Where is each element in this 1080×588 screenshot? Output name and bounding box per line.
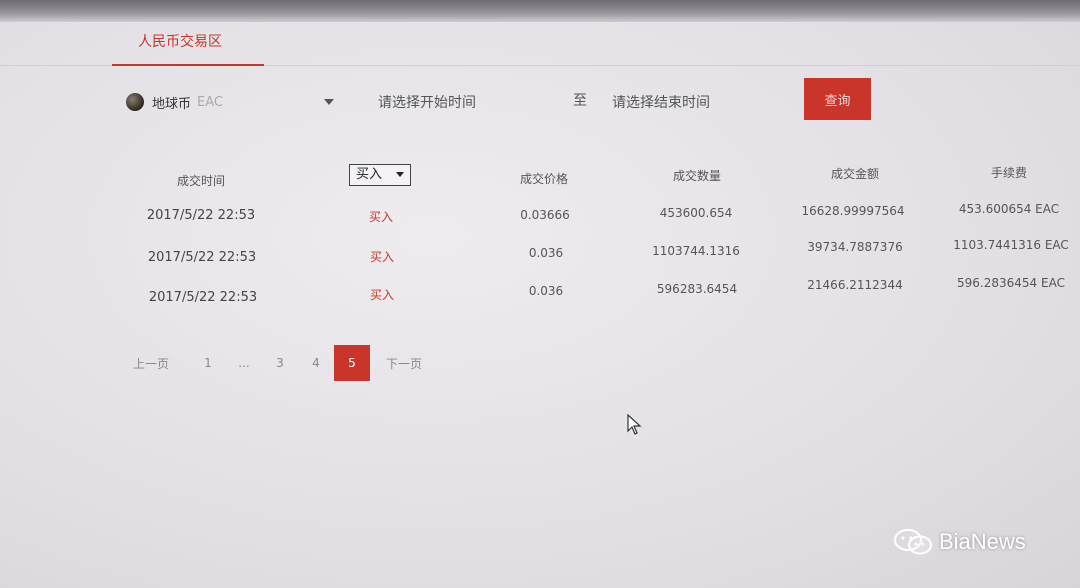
filter-row: 地球币 EAC 请选择开始时间 至 请选择结束时间 查询	[0, 78, 1080, 124]
table-row: 2017/5/22 22:53 买入 0.03666 453600.654 16…	[0, 202, 1080, 244]
cell-price: 0.036	[528, 246, 564, 260]
cell-price: 0.03666	[520, 208, 570, 222]
cell-type: 买入	[368, 210, 394, 224]
chevron-down-icon	[396, 172, 404, 177]
page-button-current[interactable]: 5	[334, 345, 370, 381]
cell-quantity: 596283.6454	[656, 282, 738, 296]
trade-type-select[interactable]: 买入	[349, 164, 411, 186]
cell-quantity: 1103744.1316	[652, 244, 740, 258]
date-range-separator: 至	[573, 93, 587, 109]
query-button[interactable]: 查询	[804, 78, 871, 120]
coin-name: 地球币	[152, 96, 192, 112]
cell-fee: 596.2836454 EAC	[957, 276, 1065, 290]
cell-fee: 453.600654 EAC	[958, 202, 1060, 216]
page-button[interactable]: 1	[194, 345, 222, 381]
coin-select[interactable]: 地球币 EAC	[116, 82, 348, 122]
header-price: 成交价格	[519, 172, 569, 186]
cell-type: 买入	[369, 288, 395, 302]
coin-code: EAC	[197, 94, 223, 110]
cell-amount: 16628.99997564	[801, 204, 905, 218]
page-button[interactable]: 3	[266, 345, 294, 381]
watermark: BiaNews	[893, 528, 1026, 556]
wechat-icon	[894, 529, 932, 555]
cell-price: 0.036	[528, 284, 564, 298]
start-date-input[interactable]: 请选择开始时间	[378, 92, 476, 112]
monitor-bezel	[0, 0, 1080, 22]
cell-time: 2017/5/22 22:53	[148, 290, 258, 305]
cell-time: 2017/5/22 22:53	[146, 208, 256, 223]
trade-type-select-value: 买入	[356, 167, 383, 182]
cell-type: 买入	[369, 250, 395, 264]
table-row: 2017/5/22 22:53 买入 0.036 596283.6454 214…	[0, 276, 1080, 328]
page-ellipsis: ...	[238, 356, 250, 370]
pagination: 上一页 1 ... 3 4 5 下一页	[118, 345, 438, 383]
watermark-text: BiaNews	[939, 529, 1026, 554]
tab-strip: 人民币交易区	[0, 24, 1080, 66]
cell-quantity: 453600.654	[659, 206, 733, 220]
header-quantity: 成交数量	[672, 169, 722, 183]
cell-fee: 1103.7441316 EAC	[953, 238, 1069, 252]
cell-amount: 21466.2112344	[807, 278, 903, 292]
tab-rmb-trading-zone[interactable]: 人民币交易区	[112, 32, 264, 66]
header-time: 成交时间	[176, 174, 226, 188]
table-row: 2017/5/22 22:53 买入 0.036 1103744.1316 39…	[0, 238, 1080, 286]
next-page-button[interactable]: 下一页	[380, 345, 428, 381]
mouse-cursor-icon	[627, 414, 642, 435]
header-fee: 手续费	[990, 166, 1028, 180]
chevron-down-icon	[324, 99, 334, 105]
prev-page-button[interactable]: 上一页	[126, 345, 176, 381]
cell-time: 2017/5/22 22:53	[147, 250, 257, 265]
page-button[interactable]: 4	[302, 345, 330, 381]
cell-amount: 39734.7887376	[807, 240, 903, 254]
header-amount: 成交金额	[830, 167, 880, 181]
screen: 人民币交易区 地球币 EAC 请选择开始时间 至 请选择结束时间 查询 成交时间…	[0, 0, 1080, 588]
end-date-input[interactable]: 请选择结束时间	[612, 92, 710, 112]
coin-logo-icon	[126, 93, 144, 111]
